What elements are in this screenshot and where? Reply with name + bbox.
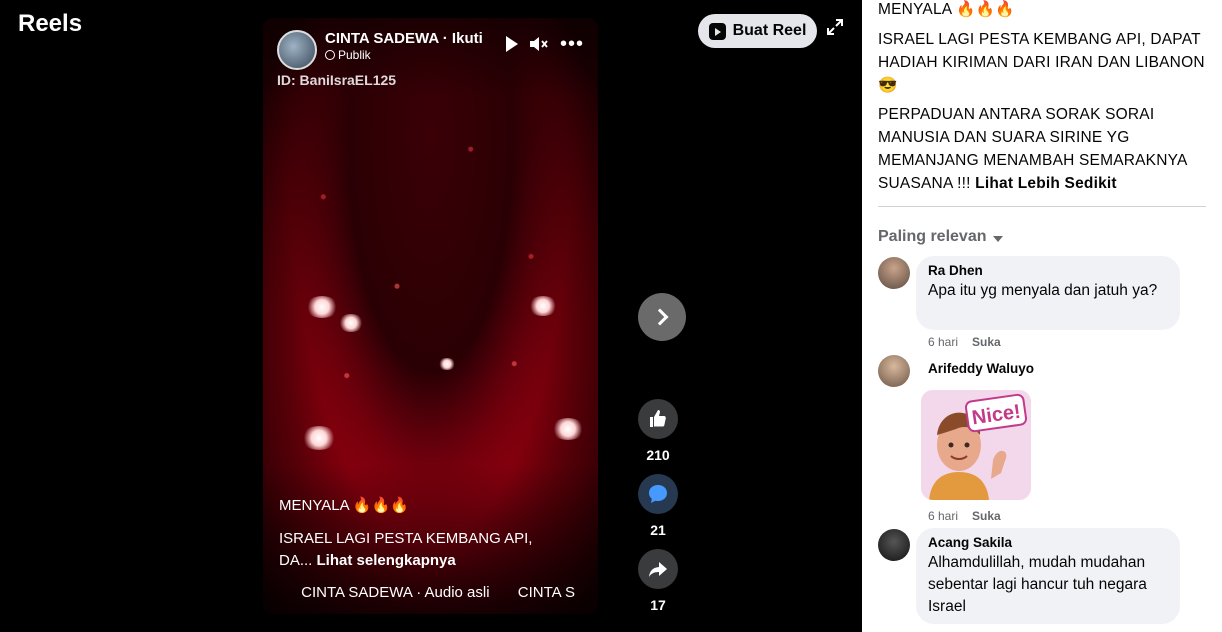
like-count: 210 [646, 447, 670, 463]
video-controls: ••• [505, 34, 584, 54]
globe-icon [325, 50, 335, 60]
avatar[interactable] [878, 529, 910, 561]
privacy-label: Publik [338, 48, 371, 62]
video-light [338, 314, 364, 332]
comment-icon [649, 485, 667, 503]
reel-video[interactable]: CINTA SADEWA · Ikuti Publik ••• ID: Bani… [263, 18, 598, 614]
create-reel-label: Buat Reel [732, 22, 807, 39]
audio-ticker[interactable]: CINTA SADEWA · Audio asli CINTA S [279, 584, 598, 601]
comment-text: Apa itu yg menyala dan jatuh ya? [928, 282, 1158, 299]
play-icon[interactable] [505, 36, 518, 52]
description-para1: ISRAEL LAGI PESTA KEMBANG API, DAPAT HAD… [878, 31, 1205, 94]
comment-bubble: Ra Dhen Apa itu yg menyala dan jatuh ya? [916, 256, 1180, 330]
comment-time[interactable]: 6 hari [928, 335, 958, 349]
comment-author[interactable]: Arifeddy Waluyo [928, 361, 1034, 376]
video-light [551, 418, 585, 440]
author-name[interactable]: CINTA SADEWA · Ikuti [325, 30, 483, 47]
chevron-down-icon [992, 235, 1003, 242]
reels-stage: Reels CINTA SADEWA · Ikuti Publik ••• ID… [0, 0, 862, 632]
chevron-right-icon [651, 308, 668, 326]
more-options-icon[interactable]: ••• [560, 34, 584, 54]
expand-icon[interactable] [826, 18, 844, 36]
comment-author[interactable]: Ra Dhen [928, 263, 1168, 278]
comment-text: Alhamdulillah, mudah mudahan sebentar la… [928, 554, 1147, 615]
nice-sticker: Nice! [921, 390, 1031, 500]
like-action[interactable]: 210 [637, 399, 679, 463]
share-button[interactable] [638, 549, 678, 589]
video-light [301, 426, 337, 450]
comments-sort[interactable]: Paling relevan [878, 228, 1003, 246]
comment-meta: 6 hari Suka [928, 509, 1001, 523]
comment-count: 21 [650, 522, 666, 538]
see-more-link[interactable]: Lihat selengkapnya [317, 552, 456, 569]
comment-bubble: Acang Sakila Alhamdulillah, mudah mudaha… [916, 528, 1180, 624]
reel-icon [708, 22, 726, 40]
share-count: 17 [650, 597, 666, 613]
audio-label: CINTA SADEWA · Audio asli [301, 584, 490, 601]
avatar[interactable] [878, 355, 910, 387]
share-icon [649, 562, 667, 577]
video-light [528, 296, 558, 316]
video-id-overlay: ID: BaniIsraEL125 [277, 72, 397, 88]
description-para2: PERPADUAN ANTARA SORAK SORAI MANUSIA DAN… [878, 103, 1208, 195]
video-header: CINTA SADEWA · Ikuti Publik ••• [277, 30, 584, 70]
next-reel-button[interactable] [638, 293, 686, 341]
comment-action[interactable]: 21 [637, 474, 679, 538]
description-top: MENYALA 🔥🔥🔥 [878, 1, 1015, 18]
thumbs-up-icon [650, 410, 666, 427]
comment-meta: 6 hari Suka [928, 335, 1001, 349]
mute-icon[interactable] [528, 35, 550, 53]
video-caption: ISRAEL LAGI PESTA KEMBANG API, DA... Lih… [279, 528, 558, 572]
video-light [438, 358, 456, 370]
comments-sort-label: Paling relevan [878, 228, 987, 245]
author-avatar[interactable] [277, 30, 317, 70]
create-reel-button[interactable]: Buat Reel [698, 14, 817, 48]
video-light [305, 296, 339, 318]
video-caption-title: MENYALA 🔥🔥🔥 [279, 497, 409, 514]
see-less-link[interactable]: Lihat Lebih Sedikit [975, 175, 1117, 192]
like-button[interactable] [638, 399, 678, 439]
share-action[interactable]: 17 [637, 549, 679, 613]
comment-like-button[interactable]: Suka [972, 335, 1001, 349]
comment-time[interactable]: 6 hari [928, 509, 958, 523]
page-title: Reels [18, 10, 83, 37]
avatar[interactable] [878, 257, 910, 289]
comment-author[interactable]: Acang Sakila [928, 535, 1168, 550]
divider [878, 206, 1206, 207]
comment-like-button[interactable]: Suka [972, 509, 1001, 523]
audio-label-repeat: CINTA S [517, 584, 575, 601]
author-meta: CINTA SADEWA · Ikuti Publik [325, 30, 483, 62]
comment-button[interactable] [638, 474, 678, 514]
privacy-row: Publik [325, 48, 483, 62]
sticker-image: Nice! [921, 390, 1031, 500]
